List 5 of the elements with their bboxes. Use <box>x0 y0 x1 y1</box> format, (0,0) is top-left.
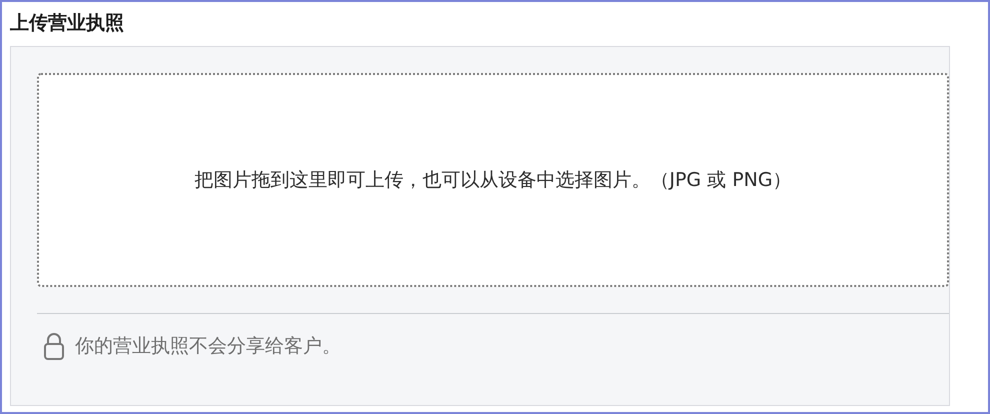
lock-icon <box>43 332 65 360</box>
section-title: 上传营业执照 <box>10 11 125 36</box>
privacy-note: 你的营业执照不会分享给客户。 <box>75 334 341 359</box>
drop-zone[interactable]: 把图片拖到这里即可上传，也可以从设备中选择图片。（JPG 或 PNG） <box>37 73 949 287</box>
drop-zone-text: 把图片拖到这里即可上传，也可以从设备中选择图片。（JPG 或 PNG） <box>194 168 792 193</box>
